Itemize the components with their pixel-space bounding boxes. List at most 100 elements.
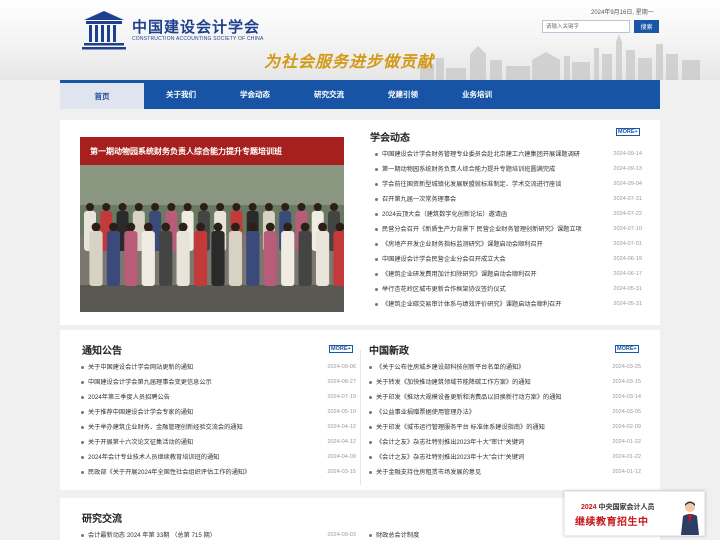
bullet-icon [81,381,84,384]
bullet-icon [369,534,372,537]
list-item[interactable]: 《关于公布住房城乡建设部科技创新平台名单的通知》 2024-03-25 [368,360,641,375]
nav-item-home[interactable]: 首页 [60,80,144,109]
list-item-date: 2024-01-22 [612,439,641,445]
list-item[interactable]: 《公益事业捐赠票据使用管理办法》 2024-03-05 [368,405,641,420]
person-illustration [681,501,699,535]
list-item-title[interactable]: 会计最新动态 2024 年第 33期 （总第 715 期） [88,528,314,540]
list-item-date: 2024-04-12 [327,439,356,445]
list-item-date: 2024-07-31 [613,196,642,202]
list-item[interactable]: 关于举办建筑企业财务、金融管理创新经验交流会的通知 2024-04-12 [80,420,356,435]
list-item-title[interactable]: 2024云顶大会（建筑数字化创新论坛）邀请函 [382,207,614,222]
list-item[interactable]: 《会计之友》杂志社特别推出2023年十大"会计"关键词 2024-01-22 [368,450,641,465]
list-item-title[interactable]: 民政部《关于开展2024年全国性社会组织评估工作的通知》 [88,465,314,480]
list-item[interactable]: 关于开展第十六次论文征集活动的通知 2024-04-12 [80,435,356,450]
org-name[interactable]: 中国建设会计学会 [132,16,260,37]
list-item[interactable]: 召开第九届一次常务理事会 2024-07-31 [374,192,642,207]
continuing-education-ad[interactable]: 2024 中央国家会计人员 继续教育招生中 [564,491,705,536]
list-item-title[interactable]: 关于印发《城市运行管理服务平台 标准体系建设指南》的通知 [376,420,602,435]
policies-more-button[interactable]: MORE+ [615,345,639,353]
list-item[interactable]: 关于转发《加快推动建筑领域节能降碳工作方案》的通知 2024-03-15 [368,375,641,390]
list-item-title[interactable]: 《公益事业捐赠票据使用管理办法》 [376,405,602,420]
list-item-title[interactable]: 举行杏花岭区城市更新合作框架协议签约仪式 [382,282,614,297]
person-head [102,203,111,211]
list-item-title[interactable]: 2024年会计专业技术人员继续教育培训班的通知 [88,450,314,465]
list-item-title[interactable]: 关于推荐中国建设会计学会专家的通知 [88,405,314,420]
research-list: 会计最新动态 2024 年第 33期 （总第 715 期） 2024-09-03 [80,528,356,540]
person-head [313,203,322,211]
list-item-title[interactable]: 关于举办建筑企业财务、金融管理创新经验交流会的通知 [88,420,314,435]
nav-item-training[interactable]: 业务培训 [440,80,514,109]
list-item-title[interactable]: 2024年第三季度人员招聘公告 [88,390,314,405]
nav-item-society-news[interactable]: 学会动态 [218,80,292,109]
list-item[interactable]: 《建筑企业碳交易审计体系与绩效评价研究》课题启动会顺利召开 2024-05-31 [374,297,642,312]
search-input[interactable] [542,20,630,33]
list-item[interactable]: 2024云顶大会（建筑数字化创新论坛）邀请函 2024-07-22 [374,207,642,222]
list-item-date: 2024-07-10 [613,226,642,232]
person-body [263,231,277,286]
site-header: 中国建设会计学会 CONSTRUCTION ACCOUNTING SOCIETY… [0,0,720,80]
ad-line2: 继续教育招生中 [575,517,649,528]
list-item-title[interactable]: 关于转发《加快推动建筑领域节能降碳工作方案》的通知 [376,375,602,390]
list-item[interactable]: 中国建设会计学会财务管理专业委员会赴北京建工六建集团开展课题调研 2024-09-… [374,147,642,162]
bullet-icon [81,366,84,369]
list-item-date: 2024-09-03 [327,532,356,538]
list-item-date: 2024-03-15 [327,469,356,475]
list-item-title[interactable]: 召开第九届一次常务理事会 [382,192,614,207]
person-head [300,222,310,232]
list-item[interactable]: 《会计之友》杂志社特别推出2023年十大"审计"关键词 2024-01-22 [368,435,641,450]
list-item-date: 2024-09-14 [613,151,642,157]
list-item-date: 2024-06-17 [613,271,642,277]
list-item-title[interactable]: 民营分会召开《新质生产力背景下 民营企业财务管理创新研究》课题立项 [382,222,614,237]
person-body [193,231,208,286]
notices-list: 关于中国建设会计学会网站更新的通知 2024-09-06 中国建设会计学会第九届理事… [80,360,356,480]
list-item-title[interactable]: 财政总会计制度 [376,528,419,540]
list-item-date: 2024-09-13 [613,166,642,172]
person-body [315,231,330,286]
list-item[interactable]: 民营分会召开《新质生产力背景下 民营企业财务管理创新研究》课题立项 2024-07… [374,222,642,237]
list-item-title[interactable]: 《建筑企业研发费用加计扣除研究》课题启动会顺利召开 [382,267,614,282]
nav-item-party[interactable]: 党建引领 [366,80,440,109]
nav-item-research[interactable]: 研究交流 [292,80,366,109]
list-item[interactable]: 学会前往国资新型城镇化发展联盟就标准制定、学术交流进行座谈 2024-09-04 [374,177,642,192]
list-item[interactable]: 会计最新动态 2024 年第 33期 （总第 715 期） 2024-09-03 [80,528,356,540]
list-item[interactable]: 《房地产开发企业财务指标监测研究》课题启动会顺利召开 2024-07-01 [374,237,642,252]
list-item-title[interactable]: 中国建设会计学会财务管理专业委员会赴北京建工六建集团开展课题调研 [382,147,614,162]
list-item-title[interactable]: 《关于公布住房城乡建设部科技创新平台名单的通知》 [376,360,602,375]
list-item[interactable]: 2024年第三季度人员招聘公告 2024-07-19 [80,390,356,405]
nav-item-about[interactable]: 关于我们 [144,80,218,109]
list-item[interactable]: 关于中国建设会计学会网站更新的通知 2024-09-06 [80,360,356,375]
list-item-title[interactable]: 《建筑企业碳交易审计体系与绩效评价研究》课题启动会顺利召开 [382,297,614,312]
list-item[interactable]: 举行杏花岭区城市更新合作框架协议签约仪式 2024-05-31 [374,282,642,297]
list-item[interactable]: 关于推荐中国建设会计学会专家的通知 2024-05-10 [80,405,356,420]
list-item-title[interactable]: 《房地产开发企业财务指标监测研究》课题启动会顺利召开 [382,237,614,252]
bullet-icon [375,228,378,231]
list-item[interactable]: 关于印发《推动大规模设备更新和消费品以旧换新行动方案》的通知 2024-03-14 [368,390,641,405]
group-photo[interactable] [80,165,344,312]
list-item[interactable]: 2024年会计专业技术人员继续教育培训班的通知 2024-04-09 [80,450,356,465]
list-item-title[interactable]: 学会前往国资新型城镇化发展联盟就标准制定、学术交流进行座谈 [382,177,614,192]
bullet-icon [81,396,84,399]
list-item-title[interactable]: 关于开展第十六次论文征集活动的通知 [88,435,314,450]
list-item-title[interactable]: 中国建设会计学会第九届理事会变更信息公示 [88,375,314,390]
bullet-icon [81,426,84,429]
list-item[interactable]: 民政部《关于开展2024年全国性社会组织评估工作的通知》 2024-03-15 [80,465,356,480]
list-item[interactable]: 第一期动物园系统财务负责人综合能力提升专题培训班圆满完成 2024-09-13 [374,162,642,177]
list-item[interactable]: 中国建设会计学会民营企业分会召开成立大会 2024-06-19 [374,252,642,267]
list-item-title[interactable]: 关于金融支持住房租赁市场发展的意见 [376,465,602,480]
list-item[interactable]: 关于金融支持住房租赁市场发展的意见 2024-01-12 [368,465,641,480]
list-item-title[interactable]: 第一期动物园系统财务负责人综合能力提升专题培训班圆满完成 [382,162,614,177]
list-item[interactable]: 《建筑企业研发费用加计扣除研究》课题启动会顺利召开 2024-06-17 [374,267,642,282]
list-item-title[interactable]: 关于印发《推动大规模设备更新和消费品以旧换新行动方案》的通知 [376,390,602,405]
list-item-title[interactable]: 中国建设会计学会民营企业分会召开成立大会 [382,252,614,267]
list-item[interactable]: 中国建设会计学会第九届理事会变更信息公示 2024-08-27 [80,375,356,390]
list-item-title[interactable]: 《会计之友》杂志社特别推出2023年十大"会计"关键词 [376,450,602,465]
person-body [333,231,344,286]
list-item[interactable]: 关于印发《城市运行管理服务平台 标准体系建设指南》的通知 2024-02-09 [368,420,641,435]
list-item-title[interactable]: 关于中国建设会计学会网站更新的通知 [88,360,314,375]
list-item-date: 2024-05-31 [613,301,642,307]
search-button[interactable]: 搜索 [634,20,659,33]
list-item-title[interactable]: 《会计之友》杂志社特别推出2023年十大"审计"关键词 [376,435,602,450]
image-slider[interactable]: 第一期动物园系统财务负责人综合能力提升专题培训班 1 2 3 4 5 6 7 8… [80,137,344,312]
notices-more-button[interactable]: MORE+ [329,345,353,353]
society-news-more-button[interactable]: MORE+ [616,128,640,136]
